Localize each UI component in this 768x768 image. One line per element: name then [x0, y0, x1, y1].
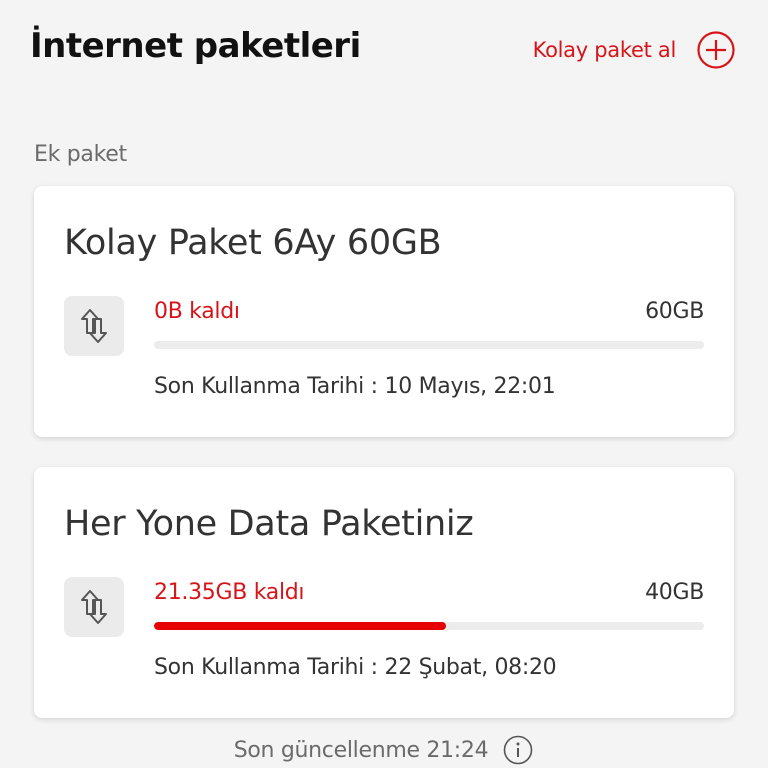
data-transfer-icon	[64, 296, 124, 356]
data-transfer-icon	[64, 577, 124, 637]
expiry-label: Son Kullanma Tarihi :	[154, 655, 378, 680]
expiry-value: 10 Mayıs, 22:01	[384, 374, 556, 399]
package-name: Her Yone Data Paketiniz	[64, 504, 474, 544]
remaining-amount: 0B kaldı	[154, 299, 240, 324]
total-amount: 40GB	[645, 580, 704, 605]
expiry-date: Son Kullanma Tarihi : 22 Şubat, 08:20	[154, 655, 557, 680]
buy-easy-package-label: Kolay paket al	[532, 38, 677, 62]
usage-progress-bar	[154, 622, 704, 630]
package-card[interactable]: Her Yone Data Paketiniz 21.35GB kaldı 40…	[34, 467, 734, 718]
usage-progress-bar	[154, 341, 704, 349]
buy-easy-package-button[interactable]: Kolay paket al	[533, 30, 736, 70]
last-updated-text: Son güncellenme 21:24	[233, 737, 489, 763]
expiry-value: 22 Şubat, 08:20	[384, 655, 557, 680]
info-icon[interactable]	[502, 734, 534, 766]
expiry-date: Son Kullanma Tarihi : 10 Mayıs, 22:01	[154, 374, 556, 399]
total-amount: 60GB	[645, 299, 704, 324]
package-name: Kolay Paket 6Ay 60GB	[64, 223, 442, 263]
last-updated: Son güncellenme 21:24	[0, 734, 768, 766]
section-label-add-on: Ek paket	[34, 142, 127, 167]
usage-progress-fill	[154, 622, 446, 630]
plus-circle-icon	[697, 31, 735, 69]
expiry-label: Son Kullanma Tarihi :	[154, 374, 378, 399]
package-card[interactable]: Kolay Paket 6Ay 60GB 0B kaldı 60GB Son K…	[34, 186, 734, 437]
page-title: İnternet paketleri	[30, 26, 361, 66]
remaining-amount: 21.35GB kaldı	[154, 580, 305, 605]
page: İnternet paketleri Kolay paket al Ek pak…	[0, 0, 768, 768]
